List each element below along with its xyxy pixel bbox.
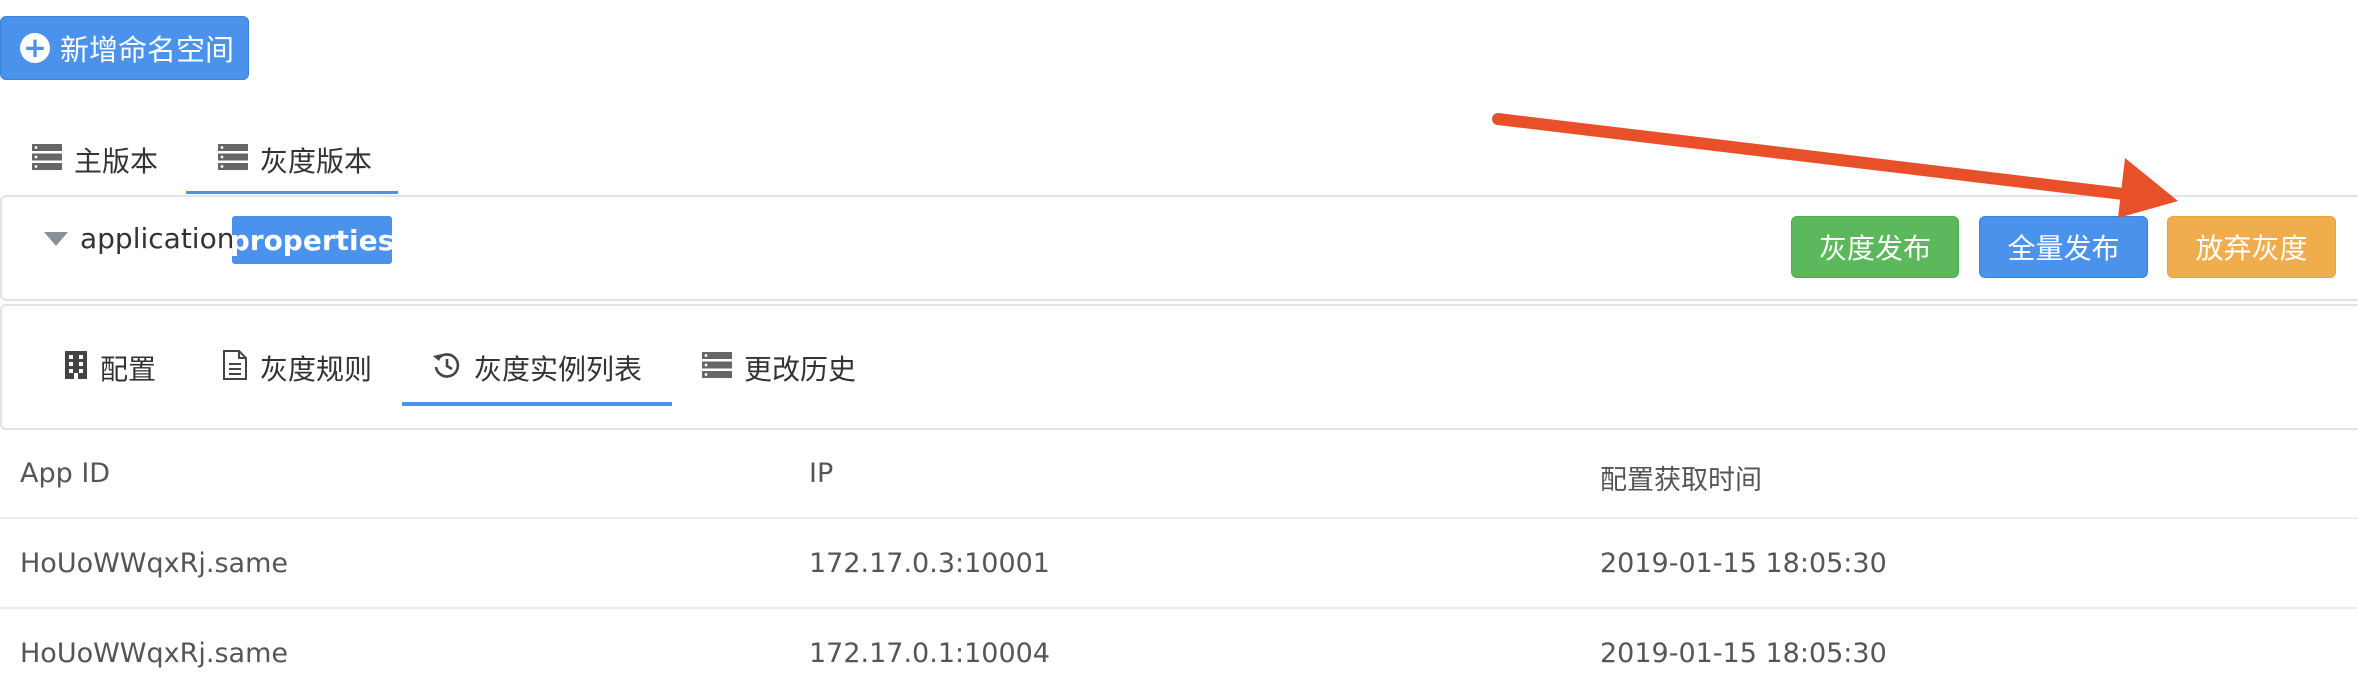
annotation-arrow-icon	[1492, 113, 2178, 218]
